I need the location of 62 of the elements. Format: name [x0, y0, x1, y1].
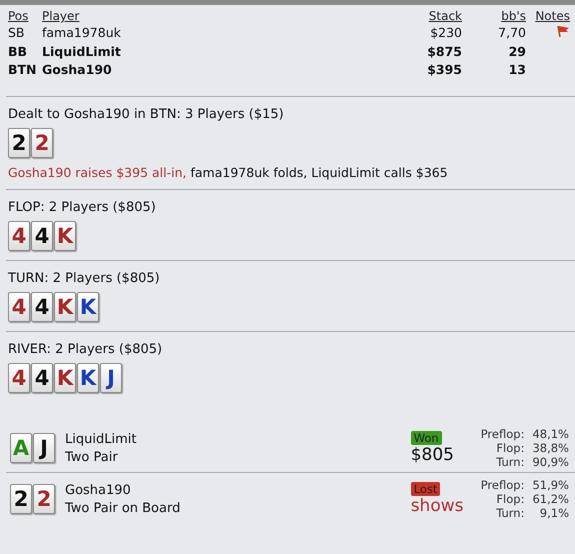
result-amount: $805 — [410, 445, 454, 465]
player-name: LiquidLimit — [65, 432, 138, 446]
playing-card: K — [77, 292, 99, 322]
street-title: TURN: 2 Players ($805) — [8, 271, 161, 286]
table-cell-text: $875 — [426, 42, 463, 60]
playing-card: J — [100, 363, 122, 393]
table-cell-text: 29 — [508, 42, 527, 60]
column-header[interactable]: Pos — [6, 9, 40, 23]
table-cell-text: $230 — [429, 24, 463, 42]
playing-card: 4 — [8, 363, 30, 393]
hand-description: Two Pair — [65, 450, 119, 464]
column-header[interactable]: bb's — [464, 9, 528, 23]
playing-card: 4 — [31, 292, 53, 322]
equity-label: Flop: — [495, 441, 524, 455]
flag-icon[interactable] — [556, 24, 570, 38]
table-cell-text: Gosha190 — [41, 60, 113, 78]
street-title: FLOP: 2 Players ($805) — [8, 200, 157, 215]
playing-card: K — [54, 363, 76, 393]
hand-description: Two Pair on Board — [65, 500, 182, 516]
table-cell-text: BB — [7, 42, 28, 60]
equity-value: 48,1% — [532, 427, 569, 441]
equity-value: 9,1% — [538, 506, 569, 520]
equity-value: 90,9% — [532, 455, 569, 469]
table-cell-text: 13 — [508, 60, 527, 78]
equity-value: 51,9% — [532, 478, 569, 492]
street-title: Dealt to Gosha190 in BTN: 3 Players ($15) — [8, 107, 285, 122]
player-name: Gosha190 — [65, 482, 132, 498]
equity-label: Flop: — [495, 492, 524, 506]
table-cell-text: BTN — [7, 60, 38, 78]
equity-label: Turn: — [495, 455, 524, 469]
table-cell-text: $395 — [426, 60, 463, 78]
playing-card: 4 — [31, 363, 53, 393]
playing-card: 4 — [8, 221, 30, 251]
table-cell-text: SB — [7, 24, 26, 42]
equity-label: Preflop: — [480, 427, 524, 441]
playing-card: 2 — [10, 484, 32, 514]
equity-label: Preflop: — [480, 478, 524, 492]
playing-card: K — [54, 292, 76, 322]
playing-card: 2 — [8, 128, 30, 158]
action-text: Gosha190 raises $395 all-in, — [8, 165, 186, 180]
playing-card: A — [10, 433, 32, 463]
result-badge: Lost — [410, 482, 440, 496]
playing-card: 2 — [33, 484, 55, 514]
column-header[interactable]: Player — [40, 9, 329, 23]
column-header[interactable]: Stack — [328, 9, 464, 23]
table-cell-text: LiquidLimit — [41, 42, 122, 60]
playing-card: J — [33, 433, 55, 463]
playing-card: 4 — [8, 292, 30, 322]
playing-card: K — [77, 363, 99, 393]
result-amount: shows — [410, 496, 464, 516]
equity-value: 38,8% — [532, 441, 569, 455]
playing-card: 4 — [31, 221, 53, 251]
action-text: fama1978uk folds, LiquidLimit calls $365 — [190, 165, 448, 180]
equity-label: Turn: — [495, 506, 524, 520]
street-title: RIVER: 2 Players ($805) — [8, 342, 164, 357]
table-cell-text: fama1978uk — [41, 24, 122, 42]
playing-card: 2 — [31, 128, 53, 158]
equity-value: 61,2% — [532, 492, 569, 506]
column-header[interactable]: Notes — [528, 9, 572, 23]
result-badge: Won — [410, 431, 442, 445]
table-cell-text: 7,70 — [497, 24, 527, 42]
playing-card: K — [54, 221, 76, 251]
